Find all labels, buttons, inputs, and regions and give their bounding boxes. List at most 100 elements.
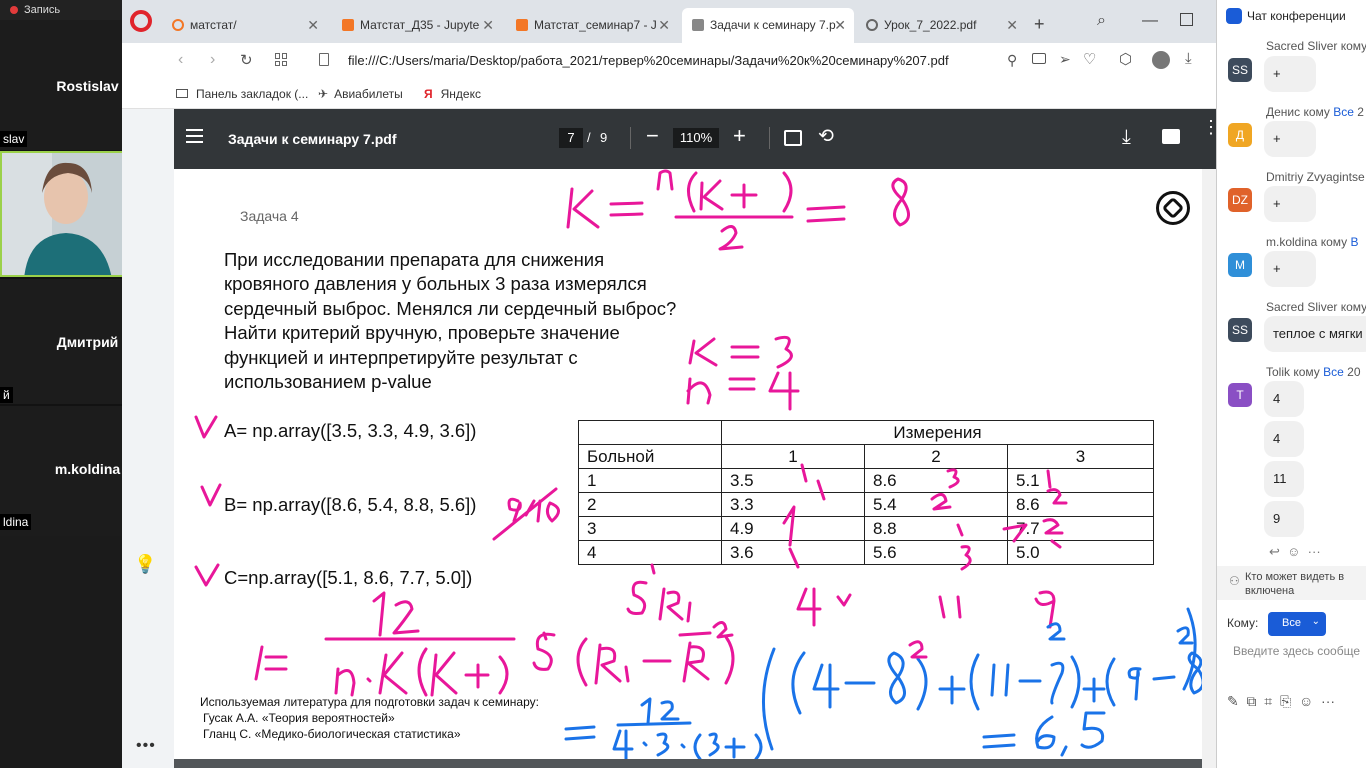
zoom-page-icon[interactable]: ⚲ bbox=[1007, 52, 1017, 69]
chat-message: + bbox=[1264, 186, 1316, 222]
jupyter-icon bbox=[516, 19, 528, 31]
rotate-icon[interactable]: ⟲ bbox=[818, 125, 834, 148]
maximize-icon[interactable] bbox=[1180, 13, 1193, 26]
recording-indicator: Запись bbox=[0, 0, 122, 20]
close-tab-icon[interactable]: ✕ bbox=[482, 17, 494, 34]
user-icon: ⚇ bbox=[1229, 574, 1240, 588]
handwritten-annotations bbox=[194, 169, 1217, 759]
chat-message: теплое с мягки bbox=[1264, 316, 1366, 352]
chat-message-header: Dmitriy Zvyagintse bbox=[1266, 170, 1365, 184]
pdf-viewer[interactable]: Задача 4 При исследовании препарата для … bbox=[174, 169, 1217, 768]
minimize-icon[interactable]: — bbox=[1142, 12, 1158, 30]
chat-message-header: Sacred Sliver кому bbox=[1266, 39, 1366, 53]
chat-message: 4 bbox=[1264, 381, 1304, 417]
privacy-note: Кто может видеть в включена ⚇ bbox=[1217, 566, 1366, 600]
opera-logo-icon[interactable] bbox=[130, 10, 152, 32]
avatar: DZ bbox=[1228, 188, 1252, 212]
format-icon[interactable]: ✎ bbox=[1227, 693, 1239, 709]
zoom-level[interactable]: 110% bbox=[673, 128, 719, 148]
code-icon[interactable]: ⌗ bbox=[1264, 693, 1272, 709]
close-tab-icon[interactable]: ✕ bbox=[834, 17, 846, 34]
fit-page-icon[interactable] bbox=[784, 130, 802, 146]
bookmark-panel[interactable]: Панель закладок (... bbox=[176, 87, 308, 101]
recipient-label: Кому: bbox=[1227, 616, 1259, 630]
tab-matstat-d35[interactable]: Матстат_Д35 - Jupyte ✕ bbox=[332, 8, 502, 43]
airplane-icon: ✈ bbox=[318, 87, 329, 101]
chat-panel: Чат конференции Sacred Sliver кому SS + … bbox=[1216, 0, 1366, 768]
url-field[interactable]: file:///C:/Users/maria/Desktop/работа_20… bbox=[348, 53, 949, 68]
download-pdf-icon[interactable]: ⤓ bbox=[1122, 126, 1131, 149]
reload-icon[interactable]: ↻ bbox=[240, 51, 253, 69]
close-tab-icon[interactable]: ✕ bbox=[307, 17, 319, 34]
send-icon[interactable]: ➢ bbox=[1059, 51, 1071, 68]
zoom-in-button[interactable]: + bbox=[733, 123, 746, 149]
tab-strip: матстат/ ✕ Матстат_Д35 - Jupyte ✕ Матста… bbox=[122, 0, 1216, 43]
globe-icon bbox=[866, 19, 878, 31]
chat-message: + bbox=[1264, 121, 1316, 157]
pdf-page: Задача 4 При исследовании препарата для … bbox=[174, 169, 1217, 759]
page-separator: / bbox=[587, 130, 591, 145]
tab-matstat[interactable]: матстат/ ✕ bbox=[162, 8, 327, 43]
zoom-logo-icon bbox=[1226, 8, 1242, 24]
jupyter-icon bbox=[172, 19, 184, 31]
tab-tasks-seminar7[interactable]: Задачи к семинару 7.p ✕ bbox=[682, 8, 854, 43]
more-icon[interactable]: ••• bbox=[136, 737, 156, 755]
message-actions: ↩ ☺ ··· bbox=[1269, 544, 1321, 560]
avatar: M bbox=[1228, 253, 1252, 277]
tab-matstat-seminar7[interactable]: Матстат_семинар7 - J ✕ bbox=[506, 8, 678, 43]
yandex-icon: Я bbox=[424, 87, 433, 101]
pdf-title: Задачи к семинару 7.pdf bbox=[228, 131, 397, 147]
tab-lesson7[interactable]: Урок_7_2022.pdf ✕ bbox=[856, 8, 1026, 43]
pdf-toolbar: Задачи к семинару 7.pdf 7 / 9 − 110% + ⟲… bbox=[174, 109, 1220, 169]
chat-message: 4 bbox=[1264, 421, 1304, 457]
pdf-icon bbox=[692, 19, 704, 31]
chat-message-header: Денис кому Все 2 bbox=[1266, 105, 1364, 119]
reply-icon[interactable]: ↩ bbox=[1269, 544, 1280, 559]
close-tab-icon[interactable]: ✕ bbox=[1006, 17, 1018, 34]
zoom-out-button[interactable]: − bbox=[646, 123, 659, 149]
composer-toolbar: ✎ ⧉ ⌗ ⎘ ☺ ··· bbox=[1227, 693, 1335, 710]
new-tab-button[interactable]: + bbox=[1034, 14, 1045, 35]
toolbar-divider bbox=[630, 127, 631, 149]
more-icon[interactable]: ··· bbox=[1321, 693, 1335, 709]
avatar: SS bbox=[1228, 58, 1252, 82]
participant-label: ldina bbox=[0, 514, 32, 530]
chevron-down-icon: ⌄ bbox=[1311, 616, 1320, 627]
chat-message-header: Tolik кому Все 20 bbox=[1266, 365, 1361, 379]
jupyter-icon bbox=[342, 19, 354, 31]
recipient-select[interactable]: Все ⌄ bbox=[1268, 612, 1326, 636]
emoji-icon[interactable]: ☺ bbox=[1299, 693, 1313, 709]
download-icon[interactable]: ⤓ bbox=[1185, 50, 1192, 67]
chat-message: + bbox=[1264, 251, 1316, 287]
print-icon[interactable] bbox=[1162, 129, 1180, 144]
more-icon[interactable]: ··· bbox=[1308, 544, 1321, 559]
screenshot-icon[interactable]: ⧉ bbox=[1247, 693, 1257, 709]
participant-label: й bbox=[0, 387, 13, 403]
bookmark-aviatickets[interactable]: ✈ Авиабилеты bbox=[318, 87, 403, 101]
browser-window: матстат/ ✕ Матстат_Д35 - Jupyte ✕ Матста… bbox=[122, 0, 1220, 768]
participant-label: slav bbox=[0, 131, 28, 147]
back-icon[interactable]: ‹ bbox=[178, 51, 183, 69]
close-tab-icon[interactable]: ✕ bbox=[658, 17, 670, 34]
bookmark-yandex[interactable]: Я Яндекс bbox=[424, 87, 481, 101]
heart-icon[interactable]: ♡ bbox=[1083, 50, 1096, 68]
page-number-input[interactable]: 7 bbox=[559, 128, 583, 148]
snapshot-icon[interactable] bbox=[1032, 53, 1046, 64]
folder-icon bbox=[176, 89, 188, 98]
emoji-reaction-icon[interactable]: ☺ bbox=[1287, 544, 1300, 559]
file-icon bbox=[319, 53, 329, 66]
scrollbar[interactable] bbox=[1202, 169, 1216, 768]
menu-icon[interactable] bbox=[186, 129, 203, 143]
lightbulb-icon[interactable]: 💡 bbox=[134, 554, 156, 575]
extensions-icon[interactable]: ⬡ bbox=[1119, 50, 1132, 68]
speed-dial-icon[interactable] bbox=[275, 53, 288, 66]
chat-message-header: m.koldina кому В bbox=[1266, 235, 1359, 249]
profile-icon[interactable] bbox=[1152, 51, 1170, 69]
search-tabs-icon[interactable]: ⌕ bbox=[1097, 12, 1106, 30]
bookmarks-bar: Панель закладок (... ✈ Авиабилеты Я Яндекс bbox=[122, 79, 1216, 109]
file-attach-icon[interactable]: ⎘ bbox=[1280, 693, 1291, 709]
address-bar-row: ‹ › ↻ file:///C:/Users/maria/Desktop/раб… bbox=[122, 43, 1216, 79]
message-input[interactable]: Введите здесь сообще bbox=[1233, 644, 1360, 658]
forward-icon[interactable]: › bbox=[210, 51, 215, 69]
chat-message: + bbox=[1264, 56, 1316, 92]
